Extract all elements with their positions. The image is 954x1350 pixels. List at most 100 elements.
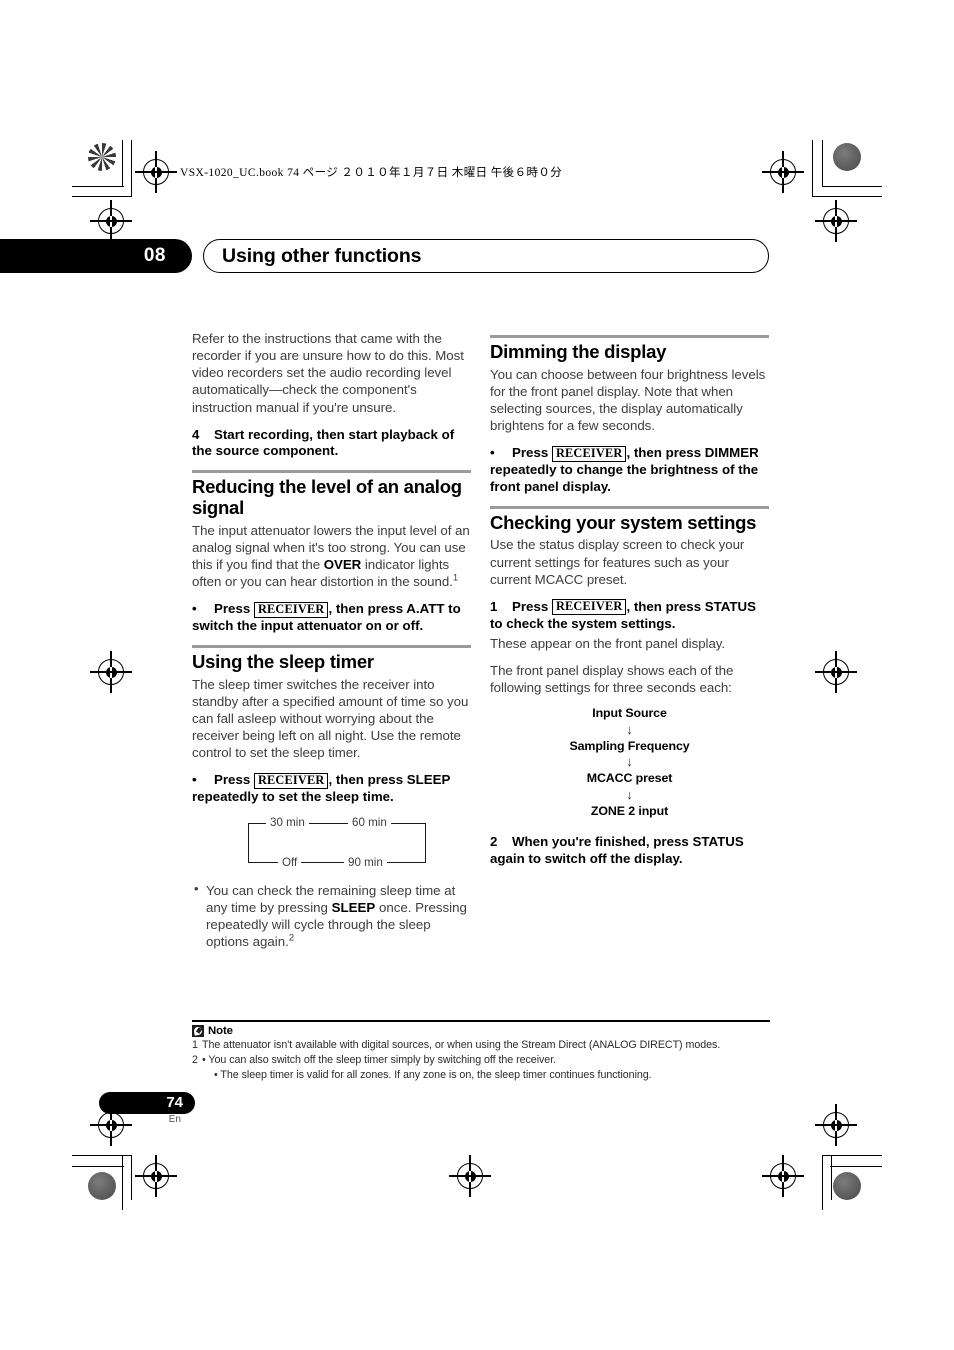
crop-line-br-v1 <box>822 1155 824 1210</box>
crop-line-br-h2 <box>830 1166 882 1168</box>
section-divider-attenuator <box>192 470 471 474</box>
page-number-badge: 74 <box>99 1092 195 1114</box>
status-flow-diagram: Input Source ↓ Sampling Frequency ↓ MCAC… <box>490 705 769 820</box>
crop-line-tr-h2 <box>812 196 882 198</box>
sleep-option-60min: 60 min <box>348 817 391 829</box>
step-4-text: Start recording, then start playback of … <box>192 426 455 459</box>
sleep-timer-paragraph: The sleep timer switches the receiver in… <box>192 676 469 761</box>
step-4: 4 Start recording, then start playback of… <box>192 427 471 461</box>
keycap-receiver: RECEIVER <box>551 599 627 616</box>
crop-line-br-v2 <box>831 1155 833 1200</box>
flow-node-zone-2-input: ZONE 2 input <box>590 804 669 819</box>
crop-line-bl-h2 <box>72 1166 124 1168</box>
registration-mark-bottom-right <box>762 1155 804 1197</box>
crop-line-tl-v1 <box>122 140 124 187</box>
crop-line-tr-v2 <box>812 140 814 197</box>
note-block: Note 1 The attenuator isn't available wit… <box>192 1020 770 1083</box>
press-label: Press <box>512 445 549 461</box>
halftone-dot-top-left <box>88 143 116 171</box>
sleep-option-off: Off <box>278 857 302 869</box>
registration-mark-top-right <box>762 151 804 193</box>
press-label: Press <box>214 601 251 617</box>
flow-arrow-icon: ↓ <box>626 787 633 803</box>
step-1-number: 1 <box>490 598 498 614</box>
halftone-dot-top-right <box>833 143 861 171</box>
note-top-rule <box>192 1020 770 1022</box>
heading-using-sleep-timer: Using the sleep timer <box>192 650 374 672</box>
section-divider-sleep <box>192 644 471 648</box>
keyword-over: OVER <box>323 556 362 572</box>
bullet-dimmer-instruction: • Press RECEIVER, then press DIMMER repea… <box>490 445 769 495</box>
press-label: Press <box>512 598 549 614</box>
crop-line-tl-h2 <box>72 196 132 198</box>
crop-line-bl-v1 <box>122 1155 124 1210</box>
flow-arrow-icon: ↓ <box>626 721 633 737</box>
heading-reducing-analog-level: Reducing the level of an analog signal <box>192 476 462 518</box>
chapter-title: Using other functions <box>222 245 422 267</box>
keycap-receiver: RECEIVER <box>253 601 329 618</box>
note-item-1: 1 The attenuator isn't available with dig… <box>192 1038 770 1053</box>
note-text: • You can also switch off the sleep time… <box>202 1053 557 1066</box>
chapter-number-badge: 08 <box>0 239 192 273</box>
section-divider-dimmer <box>490 335 769 338</box>
footnote-marker-2: 2 <box>288 932 295 944</box>
press-label: Press <box>214 772 251 788</box>
sleep-timer-cycle-diagram: 30 min 60 min Off 90 min <box>244 817 430 869</box>
note-item-2: 2 • You can also switch off the sleep tim… <box>192 1053 770 1068</box>
bullet-attenuator-instruction: • Press RECEIVER, then press A.ATT to swi… <box>192 601 471 635</box>
flow-node-input-source: Input Source <box>592 705 667 720</box>
dimmer-paragraph: You can choose between four brightness l… <box>490 366 766 434</box>
left-column: Refer to the instructions that came with… <box>192 330 471 961</box>
halftone-dot-bottom-left <box>88 1172 116 1200</box>
note-index: 1 <box>192 1038 198 1051</box>
note-text: • The sleep timer is valid for all zones… <box>214 1068 652 1081</box>
footnote-marker-1: 1 <box>452 572 459 584</box>
crop-line-tr-h1 <box>822 186 882 188</box>
keyword-sleep: SLEEP <box>331 900 376 916</box>
registration-mark-bottom-center <box>449 1155 491 1197</box>
flow-intro-text: The front panel display shows each of th… <box>490 662 734 695</box>
bullet-sleep-instruction: • Press RECEIVER, then press SLEEP repeat… <box>192 772 471 806</box>
registration-mark-mid-left <box>90 651 132 693</box>
step-2-number: 2 <box>490 833 498 849</box>
heading-checking-system-settings: Checking your system settings <box>490 511 757 533</box>
registration-mark-upper-left <box>90 200 132 242</box>
registration-mark-mid-right <box>815 651 857 693</box>
note-icon <box>192 1024 204 1037</box>
bullet-dot: • <box>192 601 197 617</box>
note-item-3: • The sleep timer is valid for all zones… <box>192 1068 770 1083</box>
bullet-dot: • <box>192 772 197 788</box>
sleep-option-90min: 90 min <box>344 857 387 869</box>
flow-node-sampling-frequency: Sampling Frequency <box>569 738 690 753</box>
crop-line-tl-v2 <box>131 140 133 197</box>
registration-mark-upper-right <box>815 200 857 242</box>
book-file-info-line: VSX-1020_UC.book 74 ページ ２０１０年１月７日 木曜日 午後… <box>180 167 563 179</box>
intro-paragraph: Refer to the instructions that came with… <box>192 331 464 415</box>
note-index: 2 <box>192 1053 198 1066</box>
sleep-timer-tips: You can check the remaining sleep time a… <box>192 881 471 951</box>
note-text: The attenuator isn't available with digi… <box>202 1038 721 1051</box>
keycap-receiver: RECEIVER <box>551 445 627 462</box>
step-1: 1 Press RECEIVER, then press STATUS to ch… <box>490 599 769 633</box>
step-2-text: When you're finished, press STATUS again… <box>490 833 744 866</box>
registration-mark-bottom-left <box>135 1155 177 1197</box>
page-language-code: En <box>168 1114 181 1125</box>
flow-node-mcacc-preset: MCACC preset <box>586 771 673 786</box>
attenuator-paragraph: The input attenuator lowers the input le… <box>192 522 471 591</box>
list-item: You can check the remaining sleep time a… <box>194 881 471 951</box>
flow-arrow-icon: ↓ <box>626 754 633 770</box>
step-2: 2 When you're finished, press STATUS agai… <box>490 834 769 868</box>
chapter-banner: 08 Using other functions <box>0 239 775 273</box>
note-label: Note <box>208 1024 233 1037</box>
crop-line-tl-h1 <box>72 186 124 188</box>
keycap-receiver: RECEIVER <box>253 772 329 789</box>
sleep-cycle-loop-frame <box>248 822 426 863</box>
status-paragraph: Use the status display screen to check y… <box>490 537 745 587</box>
crop-line-bl-v2 <box>131 1155 133 1200</box>
step-1-note: These appear on the front panel display. <box>490 636 726 652</box>
registration-mark-top-left <box>135 151 177 193</box>
right-column: Dimming the display You can choose betwe… <box>490 330 769 877</box>
note-header: Note <box>192 1024 770 1037</box>
halftone-dot-bottom-right <box>833 1172 861 1200</box>
registration-mark-lower-right <box>815 1104 857 1146</box>
